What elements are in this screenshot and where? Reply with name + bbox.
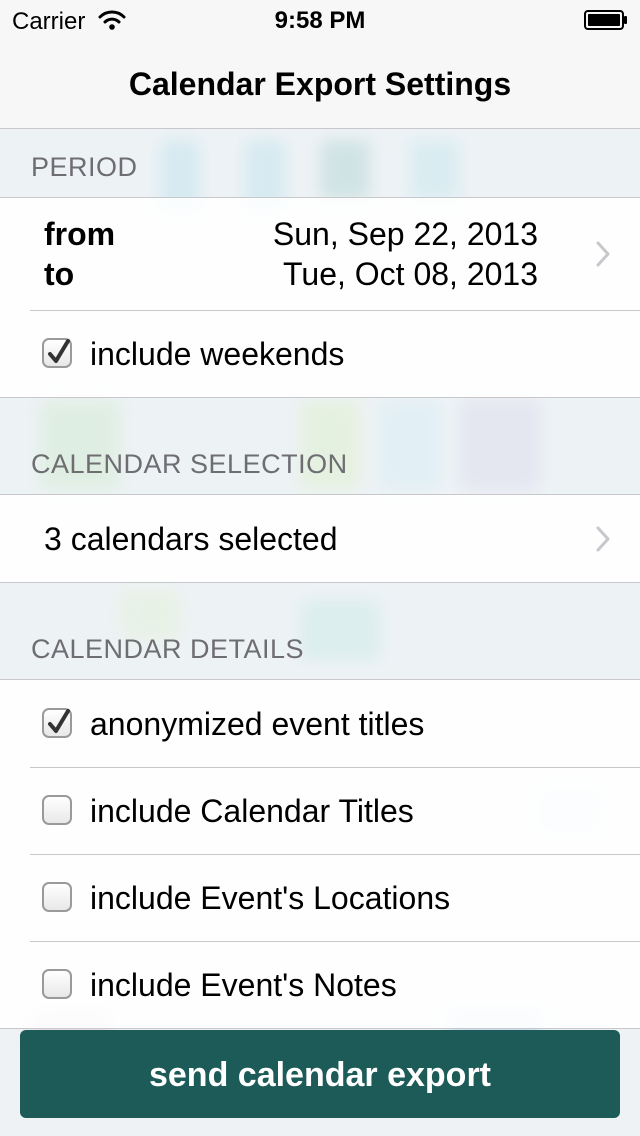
include-weekends-row[interactable]: include weekends xyxy=(0,310,640,397)
battery-icon xyxy=(584,10,627,30)
period-dates: Sun, Sep 22, 2013 Tue, Oct 08, 2013 xyxy=(273,214,538,294)
option-label: include Event's Locations xyxy=(90,880,451,916)
period-group: from to Sun, Sep 22, 2013 Tue, Oct 08, 2… xyxy=(0,197,640,398)
calendar-titles-checkbox[interactable] xyxy=(42,795,72,825)
navigation-bar: Calendar Export Settings xyxy=(0,40,640,129)
page-title: Calendar Export Settings xyxy=(128,66,512,102)
section-header-label: PERIOD xyxy=(31,152,138,182)
include-weekends-checkbox[interactable] xyxy=(42,338,72,368)
calendar-selection-group: 3 calendars selected xyxy=(0,494,640,583)
checkmark-icon xyxy=(48,339,70,363)
event-notes-checkbox[interactable] xyxy=(42,969,72,999)
to-date: Tue, Oct 08, 2013 xyxy=(283,256,538,292)
include-weekends-label: include weekends xyxy=(90,336,345,372)
option-label: include Calendar Titles xyxy=(90,793,414,829)
option-label: anonymized event titles xyxy=(90,706,425,742)
option-row-event-locations[interactable]: include Event's Locations xyxy=(0,854,640,941)
chevron-right-icon xyxy=(596,241,610,267)
chevron-right-icon xyxy=(596,526,610,552)
section-header-calendar-selection: CALENDAR SELECTION xyxy=(0,398,640,494)
status-time: 9:58 PM xyxy=(274,7,366,34)
checkmark-icon xyxy=(48,709,70,733)
period-range-row[interactable]: from to Sun, Sep 22, 2013 Tue, Oct 08, 2… xyxy=(0,198,640,310)
anonymized-titles-checkbox[interactable] xyxy=(42,708,72,738)
option-row-calendar-titles[interactable]: include Calendar Titles xyxy=(0,767,640,854)
send-calendar-export-button[interactable]: send calendar export xyxy=(20,1030,620,1118)
event-locations-checkbox[interactable] xyxy=(42,882,72,912)
option-row-anonymized-titles[interactable]: anonymized event titles xyxy=(0,680,640,767)
calendars-selected-label: 3 calendars selected xyxy=(44,521,338,557)
from-date: Sun, Sep 22, 2013 xyxy=(272,216,538,252)
section-header-label: CALENDAR SELECTION xyxy=(31,449,348,479)
settings-table: PERIOD from to Sun, Sep 22, 2013 Tue, Oc… xyxy=(0,129,640,1029)
status-bar: Carrier 9:58 PM xyxy=(0,0,640,40)
period-labels: from to xyxy=(44,214,115,294)
section-header-calendar-details: CALENDAR DETAILS xyxy=(0,583,640,679)
section-header-label: CALENDAR DETAILS xyxy=(31,634,305,664)
to-label: to xyxy=(44,256,75,292)
option-label: include Event's Notes xyxy=(90,967,397,1003)
option-row-event-notes[interactable]: include Event's Notes xyxy=(0,941,640,1028)
section-header-period: PERIOD xyxy=(0,129,640,197)
calendar-selection-row[interactable]: 3 calendars selected xyxy=(0,495,640,582)
calendar-details-group: anonymized event titles include Calendar… xyxy=(0,679,640,1029)
from-label: from xyxy=(44,216,116,252)
